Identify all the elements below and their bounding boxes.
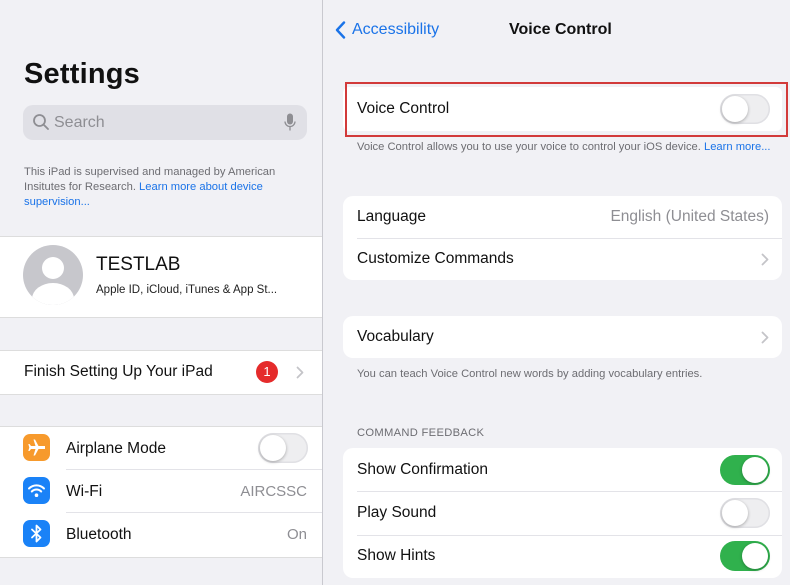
airplane-mode-toggle[interactable] bbox=[258, 433, 308, 463]
apple-id-profile[interactable]: TESTLAB Apple ID, iCloud, iTunes & App S… bbox=[0, 236, 322, 318]
bluetooth-label: Bluetooth bbox=[66, 526, 132, 543]
search-icon bbox=[33, 114, 49, 130]
language-commands-group: Language English (United States) Customi… bbox=[343, 196, 782, 280]
wifi-label: Wi-Fi bbox=[66, 483, 103, 500]
language-value: English (United States) bbox=[610, 208, 769, 225]
vocabulary-label: Vocabulary bbox=[357, 328, 434, 345]
supervision-notice: This iPad is supervised and managed by A… bbox=[24, 165, 314, 210]
highlight-box bbox=[345, 82, 788, 137]
bluetooth-status-value: On bbox=[286, 526, 307, 543]
back-button[interactable]: Accessibility bbox=[352, 21, 439, 39]
command-feedback-header: COMMAND FEEDBACK bbox=[357, 427, 485, 439]
person-icon bbox=[32, 257, 74, 305]
command-feedback-group: Show Confirmation Play Sound Show Hints bbox=[343, 448, 782, 578]
show-confirmation-toggle[interactable] bbox=[720, 455, 770, 485]
voice-control-description-text: Voice Control allows you to use your voi… bbox=[357, 141, 704, 153]
nav-title: Voice Control bbox=[509, 21, 612, 38]
profile-name: TESTLAB bbox=[96, 254, 181, 275]
connectivity-group: Airplane Mode Wi-Fi AIRCSSC Bluetooth On bbox=[0, 426, 322, 558]
play-sound-label: Play Sound bbox=[357, 504, 437, 521]
page-title: Settings bbox=[24, 58, 140, 90]
airplane-icon bbox=[23, 434, 50, 461]
show-hints-row[interactable]: Show Hints bbox=[343, 536, 782, 578]
notification-badge: 1 bbox=[256, 361, 278, 383]
customize-commands-label: Customize Commands bbox=[357, 250, 514, 267]
search-placeholder: Search bbox=[54, 114, 105, 131]
bluetooth-icon bbox=[23, 520, 50, 547]
show-hints-label: Show Hints bbox=[357, 547, 436, 564]
voice-control-description: Voice Control allows you to use your voi… bbox=[357, 140, 777, 154]
finish-setup-label: Finish Setting Up Your iPad bbox=[24, 363, 213, 380]
finish-setup-row[interactable]: Finish Setting Up Your iPad 1 bbox=[0, 350, 322, 395]
microphone-icon[interactable] bbox=[284, 113, 296, 132]
play-sound-toggle[interactable] bbox=[720, 498, 770, 528]
vocabulary-description: You can teach Voice Control new words by… bbox=[357, 368, 703, 380]
wifi-row[interactable]: Wi-Fi AIRCSSC bbox=[0, 470, 322, 513]
airplane-mode-label: Airplane Mode bbox=[66, 440, 166, 457]
language-label: Language bbox=[357, 208, 426, 225]
voice-control-learn-more-link[interactable]: Learn more... bbox=[704, 141, 771, 153]
wifi-icon bbox=[23, 477, 50, 504]
avatar bbox=[23, 245, 83, 305]
wifi-network-value: AIRCSSC bbox=[240, 483, 307, 500]
show-confirmation-label: Show Confirmation bbox=[357, 461, 488, 478]
play-sound-row[interactable]: Play Sound bbox=[343, 492, 782, 535]
settings-sidebar: Settings Search This iPad is supervised … bbox=[0, 0, 322, 585]
search-input[interactable]: Search bbox=[23, 105, 307, 140]
show-hints-toggle[interactable] bbox=[720, 541, 770, 571]
chevron-right-icon bbox=[761, 331, 769, 344]
airplane-mode-row[interactable]: Airplane Mode bbox=[0, 427, 322, 470]
show-confirmation-row[interactable]: Show Confirmation bbox=[343, 448, 782, 491]
vocabulary-row[interactable]: Vocabulary bbox=[343, 316, 782, 358]
chevron-right-icon bbox=[296, 366, 304, 379]
language-row[interactable]: Language English (United States) bbox=[343, 196, 782, 238]
chevron-right-icon bbox=[761, 253, 769, 266]
profile-subtitle: Apple ID, iCloud, iTunes & App St... bbox=[96, 284, 278, 296]
customize-commands-row[interactable]: Customize Commands bbox=[343, 239, 782, 280]
chevron-left-icon[interactable] bbox=[335, 21, 346, 39]
bluetooth-row[interactable]: Bluetooth On bbox=[0, 513, 322, 556]
